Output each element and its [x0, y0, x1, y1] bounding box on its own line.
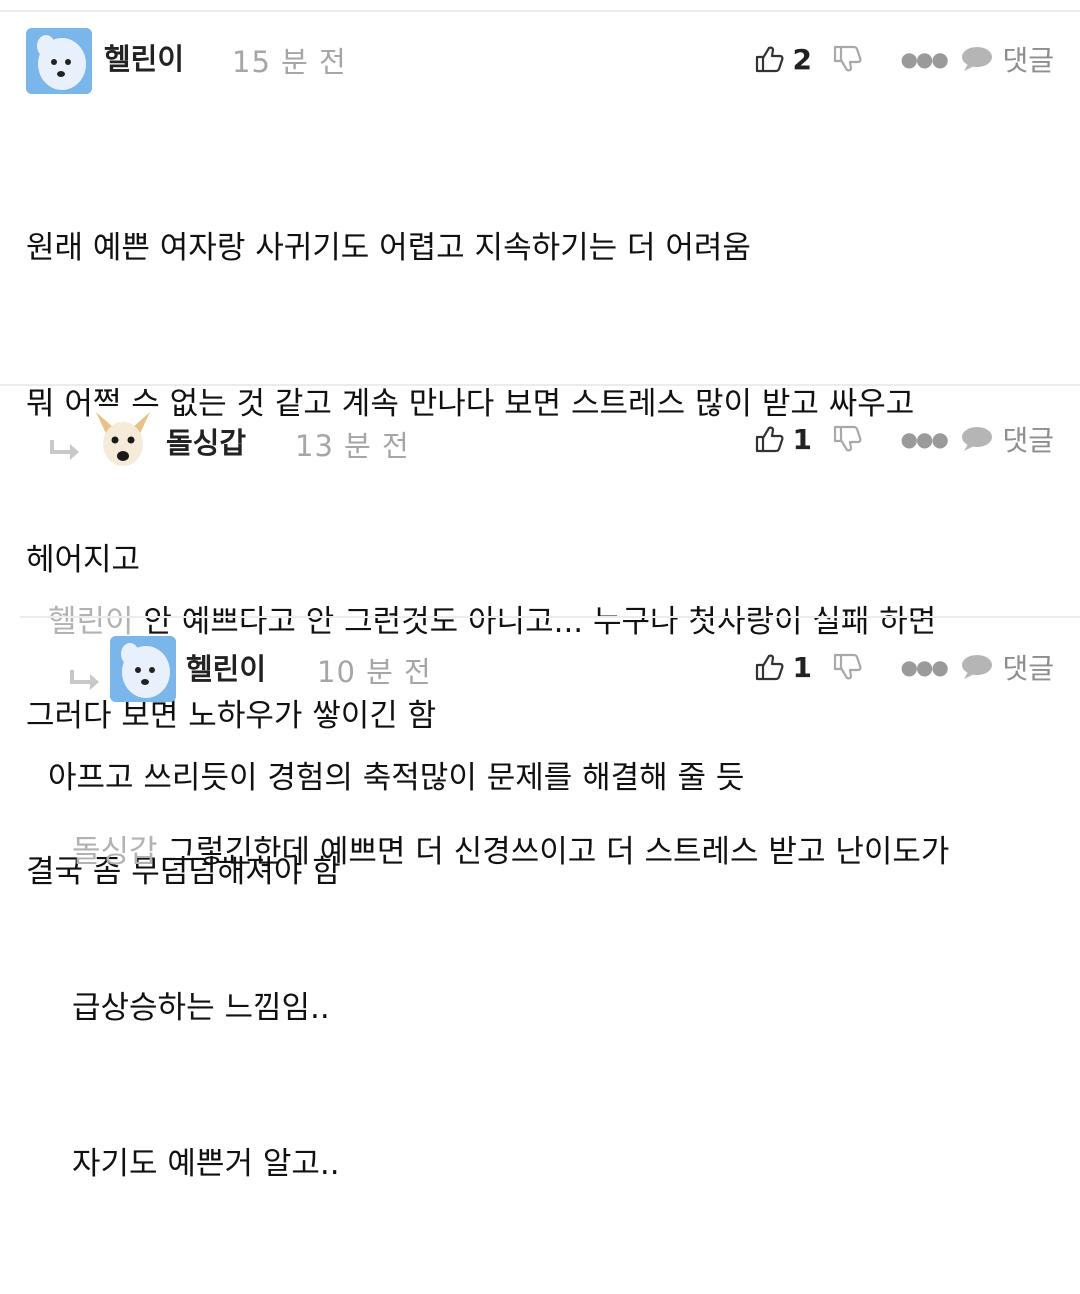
- comment-line: 급상승하는 느낌임..: [72, 990, 330, 1026]
- top-divider: [0, 0, 1080, 12]
- like-count: 1: [792, 650, 812, 684]
- comment-header: 헬린이 15 분 전 2 ●●● 댓글: [0, 22, 1080, 102]
- timestamp: 15 분 전: [232, 45, 347, 79]
- comment-header: 헬린이 10 분 전 1 ●●● 댓글: [20, 632, 1080, 712]
- timestamp: 10 분 전: [317, 655, 432, 689]
- like-count: 1: [792, 422, 812, 456]
- thumbs-down-icon[interactable]: [832, 424, 862, 454]
- like-count: 2: [792, 42, 812, 76]
- thumbs-down-icon[interactable]: [832, 652, 862, 682]
- reply-button[interactable]: 댓글: [940, 419, 1054, 459]
- author-name[interactable]: 헬린이: [186, 646, 266, 688]
- like-button[interactable]: 2: [754, 43, 826, 76]
- more-dots-icon[interactable]: ●●●: [900, 427, 948, 451]
- comment-line: 원래 예쁜 여자랑 사귀기도 어렵고 지속하기는 더 어려움: [26, 230, 751, 266]
- reply-label: 댓글: [1002, 424, 1054, 457]
- like-button[interactable]: 1: [754, 651, 826, 684]
- speech-bubble-icon: [962, 47, 993, 71]
- comment-line: 자기도 예쁜거 알고..: [72, 1146, 340, 1182]
- avatar[interactable]: [90, 406, 156, 472]
- reply-label: 댓글: [1002, 652, 1054, 685]
- author-name[interactable]: 돌싱갑: [166, 420, 246, 462]
- comment-line: 그렇긴한데 예쁘면 더 신경쓰이고 더 스트레스 받고 난이도가: [157, 834, 950, 870]
- avatar[interactable]: [26, 28, 92, 94]
- author-name[interactable]: 헬린이: [104, 36, 184, 78]
- thumbs-up-icon: [756, 654, 784, 681]
- thumbs-up-icon: [756, 46, 784, 73]
- comment-actions: 1 ●●● 댓글: [754, 406, 1054, 472]
- reply-button[interactable]: 댓글: [940, 39, 1054, 79]
- comment: 헬린이 15 분 전 2 ●●● 댓글 원래 예쁜 여자랑 사귀기도 어렵고 지…: [0, 22, 1080, 890]
- reply-arrow-icon: [50, 440, 79, 460]
- comment-body: 돌싱갑 그렇긴한데 예쁘면 더 신경쓰이고 더 스트레스 받고 난이도가 급상승…: [72, 722, 949, 1294]
- comment-header: 돌싱갑 13 분 전 1 ●●● 댓글: [0, 406, 1080, 486]
- mention[interactable]: 돌싱갑: [72, 834, 158, 870]
- reply-comment: 헬린이 10 분 전 1 ●●● 댓글 돌싱갑 그렇긴한데 예쁘면 더 신경쓰이…: [20, 616, 1080, 1182]
- like-button[interactable]: 1: [754, 423, 826, 456]
- comment-actions: 2 ●●● 댓글: [754, 26, 1054, 92]
- reply-button[interactable]: 댓글: [940, 647, 1054, 687]
- comment-actions: 1 ●●● 댓글: [754, 634, 1054, 700]
- thumbs-up-icon: [756, 426, 784, 453]
- speech-bubble-icon: [962, 655, 993, 679]
- thumbs-down-icon[interactable]: [832, 44, 862, 74]
- speech-bubble-icon: [962, 427, 993, 451]
- reply-arrow-icon: [70, 670, 99, 690]
- more-dots-icon[interactable]: ●●●: [900, 655, 948, 679]
- reply-comment: 돌싱갑 13 분 전 1 ●●● 댓글 헬린이 안 예쁘다고 안 그런것도 아니…: [0, 384, 1080, 796]
- timestamp: 13 분 전: [295, 429, 410, 463]
- more-dots-icon[interactable]: ●●●: [900, 47, 948, 71]
- avatar[interactable]: [110, 636, 176, 702]
- reply-label: 댓글: [1002, 44, 1054, 77]
